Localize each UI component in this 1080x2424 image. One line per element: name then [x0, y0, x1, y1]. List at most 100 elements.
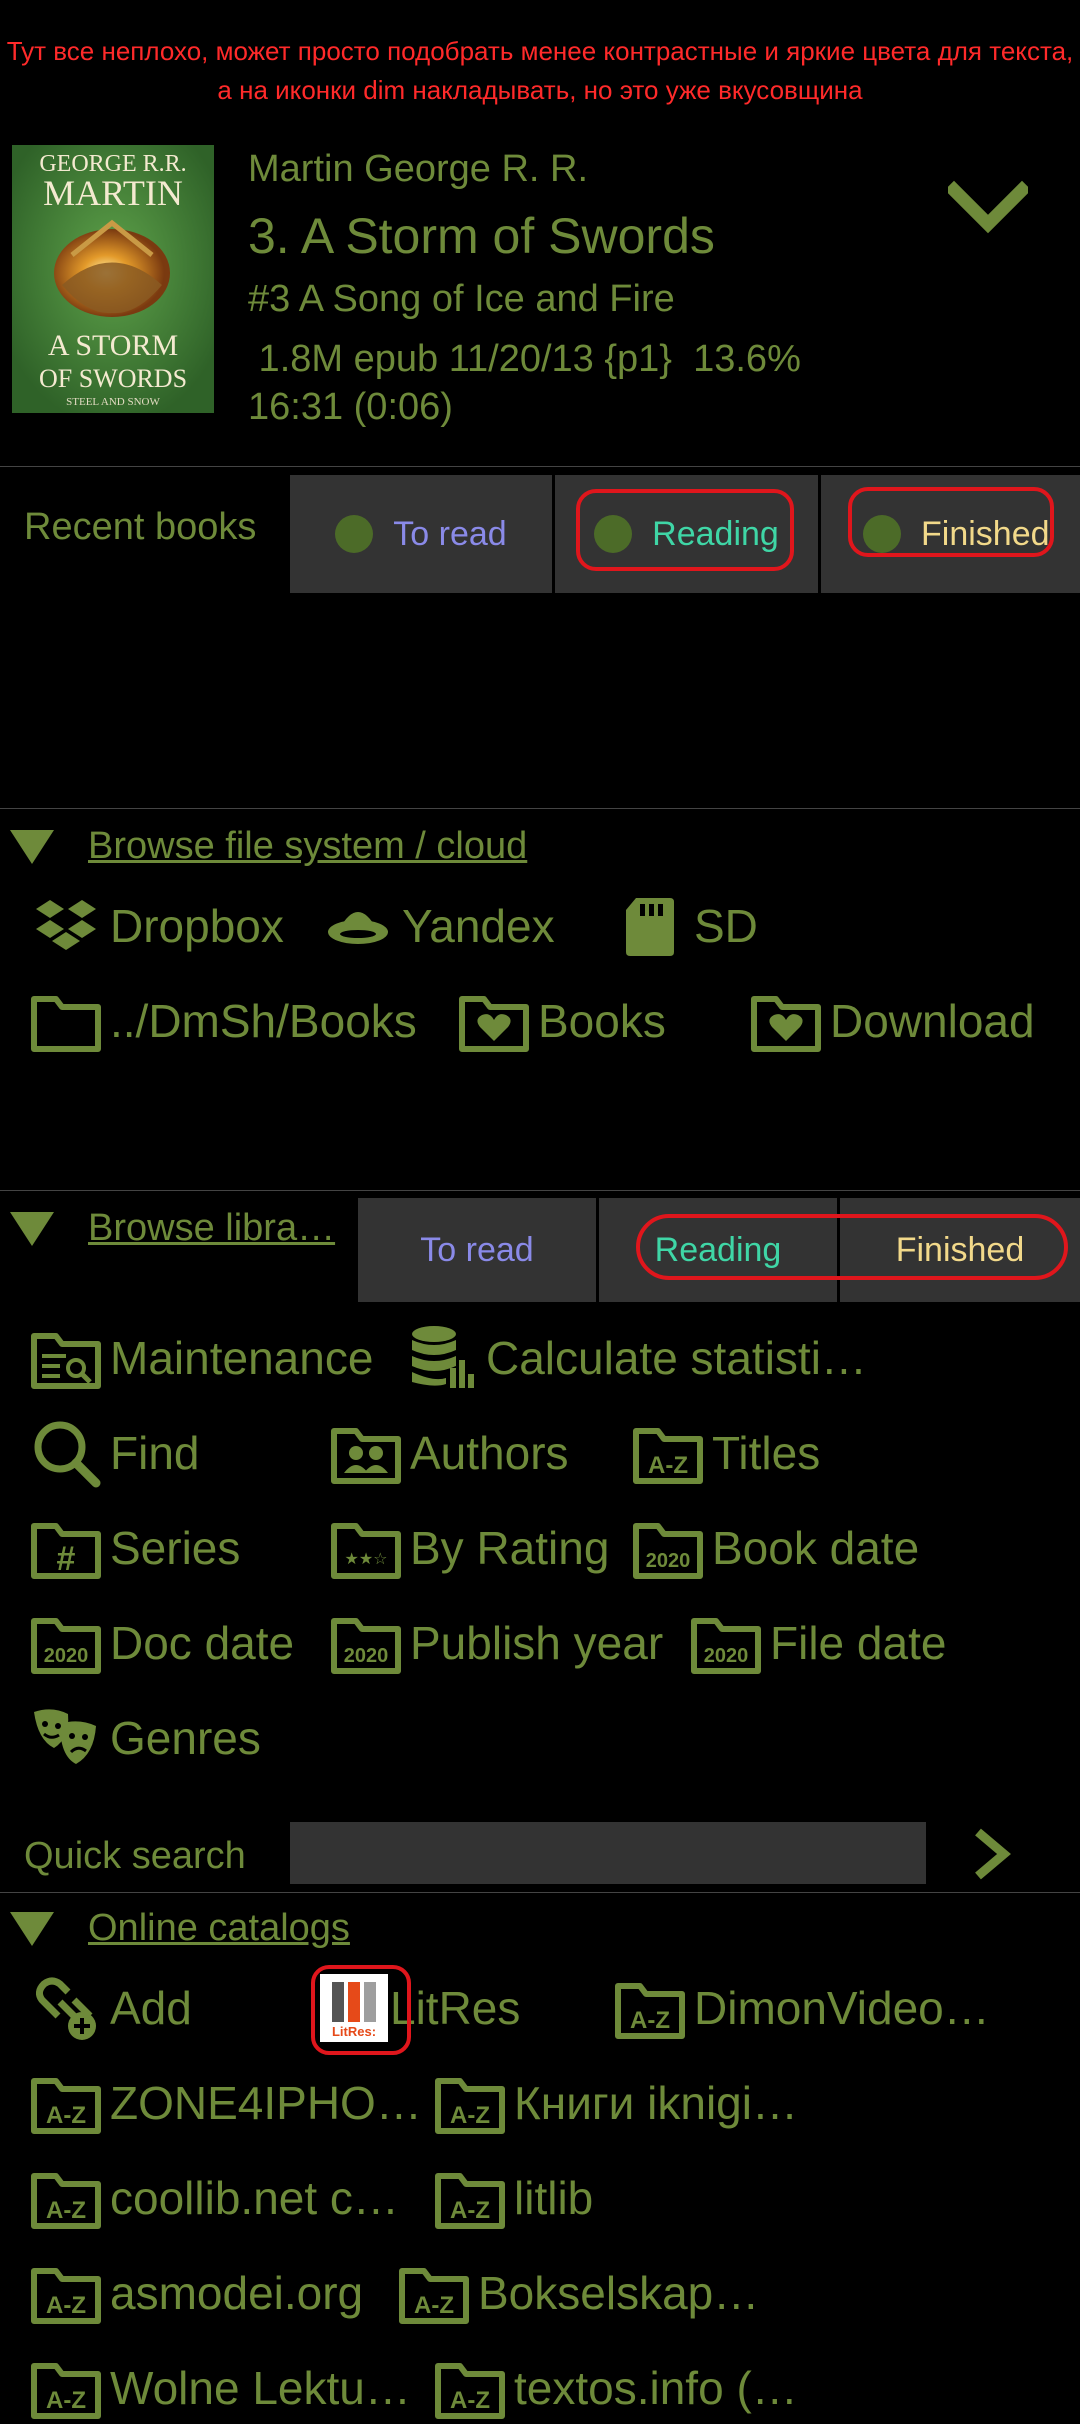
- lib-item-series[interactable]: # Series: [30, 1512, 240, 1584]
- fs-item-sd[interactable]: SD: [614, 890, 758, 962]
- theater-masks-icon: [30, 1702, 102, 1774]
- tab-label: To read: [393, 514, 507, 553]
- svg-text:A-Z: A-Z: [648, 1452, 688, 1479]
- item-label: Maintenance: [110, 1332, 374, 1384]
- item-label: Find: [110, 1427, 200, 1479]
- lib-item-maintenance[interactable]: Maintenance: [30, 1322, 373, 1394]
- favorite-folder-icon: [458, 985, 530, 1057]
- folder-icon: [30, 985, 102, 1057]
- date-folder-icon: 2020: [330, 1607, 402, 1679]
- maintenance-icon: [30, 1322, 102, 1394]
- hash-folder-icon: #: [30, 1512, 102, 1584]
- collapse-triangle-icon[interactable]: [10, 830, 54, 864]
- svg-text:#: #: [57, 1540, 76, 1578]
- lib-item-find[interactable]: Find: [30, 1417, 199, 1489]
- catalog-item-iknigi[interactable]: A-Z Книги iknigi…: [434, 2067, 798, 2139]
- highlight-ring: [311, 1965, 411, 2055]
- book-cover[interactable]: GEORGE R.R. MARTIN A STORM OF SWORDS STE…: [12, 145, 214, 413]
- book-cover-art: GEORGE R.R. MARTIN A STORM OF SWORDS STE…: [12, 145, 214, 413]
- catalog-item-dimonvideo[interactable]: A-Z DimonVideo…: [614, 1972, 990, 2044]
- svg-text:A-Z: A-Z: [46, 2197, 86, 2224]
- catalog-item-add[interactable]: Add: [30, 1972, 192, 2044]
- tab-label: To read: [420, 1230, 534, 1269]
- item-label: ZONE4IPHO…: [110, 2077, 422, 2129]
- catalog-item-litlib[interactable]: A-Z litlib: [434, 2162, 593, 2234]
- add-link-icon: [30, 1972, 102, 2044]
- fs-item-dropbox[interactable]: Dropbox: [30, 890, 284, 962]
- item-label: Authors: [410, 1427, 569, 1479]
- online-catalogs-title[interactable]: Online catalogs: [88, 1907, 350, 1950]
- highlight-ring: [848, 487, 1054, 557]
- item-label: File date: [770, 1617, 947, 1669]
- catalog-item-textos-info[interactable]: A-Z textos.info (…: [434, 2352, 798, 2424]
- item-label: Bokselskap…: [478, 2267, 760, 2319]
- book-author[interactable]: Martin George R. R.: [248, 148, 588, 191]
- divider: [0, 1190, 1080, 1191]
- item-label: Dropbox: [110, 900, 284, 952]
- svg-text:2020: 2020: [344, 1645, 389, 1667]
- catalog-item-coollib[interactable]: A-Z coollib.net c…: [30, 2162, 399, 2234]
- highlight-ring: [576, 489, 794, 571]
- item-label: Книги iknigi…: [514, 2077, 798, 2129]
- tab-library-to-read[interactable]: To read: [358, 1198, 596, 1302]
- catalog-item-bokselskap[interactable]: A-Z Bokselskap…: [398, 2257, 759, 2329]
- catalog-item-zone4iphone[interactable]: A-Z ZONE4IPHO…: [30, 2067, 422, 2139]
- stars-folder-icon: ★★☆: [330, 1512, 402, 1584]
- cover-title-1: A STORM: [48, 329, 178, 362]
- item-label: Add: [110, 1982, 192, 2034]
- svg-text:A-Z: A-Z: [630, 2007, 670, 2034]
- search-icon: [30, 1417, 102, 1489]
- lib-item-calculate-statistics[interactable]: Calculate statisti…: [406, 1322, 867, 1394]
- browse-fs-title[interactable]: Browse file system / cloud: [88, 825, 527, 868]
- lib-item-book-date[interactable]: 2020 Book date: [632, 1512, 919, 1584]
- date-folder-icon: 2020: [632, 1512, 704, 1584]
- fs-item-download[interactable]: Download: [750, 985, 1035, 1057]
- az-folder-icon: A-Z: [434, 2352, 506, 2424]
- item-label: Yandex: [402, 900, 555, 952]
- item-label: Titles: [712, 1427, 821, 1479]
- svg-text:2020: 2020: [646, 1550, 691, 1572]
- item-label: SD: [694, 900, 758, 952]
- item-label: Genres: [110, 1712, 261, 1764]
- item-label: By Rating: [410, 1522, 610, 1574]
- fs-item-yandex[interactable]: Yandex: [322, 890, 555, 962]
- tab-recent-to-read[interactable]: To read: [290, 475, 552, 593]
- svg-text:A-Z: A-Z: [46, 2387, 86, 2414]
- chevron-down-icon[interactable]: [944, 180, 1032, 240]
- lib-item-doc-date[interactable]: 2020 Doc date: [30, 1607, 294, 1679]
- lib-item-titles[interactable]: A-Z Titles: [632, 1417, 820, 1489]
- browse-library-title[interactable]: Browse libra…: [88, 1207, 335, 1250]
- az-folder-icon: A-Z: [30, 2067, 102, 2139]
- collapse-triangle-icon[interactable]: [10, 1912, 54, 1946]
- book-meta: 1.8M epub 11/20/13 {p1} 13.6%: [248, 338, 801, 380]
- svg-text:2020: 2020: [44, 1645, 89, 1667]
- fs-item-dmsh-books[interactable]: ../DmSh/Books: [30, 985, 417, 1057]
- fs-item-books[interactable]: Books: [458, 985, 666, 1057]
- date-folder-icon: 2020: [30, 1607, 102, 1679]
- az-folder-icon: A-Z: [30, 2257, 102, 2329]
- az-folder-icon: A-Z: [614, 1972, 686, 2044]
- az-folder-icon: A-Z: [398, 2257, 470, 2329]
- item-label: DimonVideo…: [694, 1982, 990, 2034]
- item-label: Doc date: [110, 1617, 295, 1669]
- catalog-item-wolne-lektury[interactable]: A-Z Wolne Lektu…: [30, 2352, 411, 2424]
- book-series[interactable]: #3 A Song of Ice and Fire: [248, 278, 675, 321]
- favorite-folder-icon: [750, 985, 822, 1057]
- collapse-triangle-icon[interactable]: [10, 1212, 54, 1246]
- quick-search-input[interactable]: [290, 1822, 926, 1884]
- book-title[interactable]: 3. A Storm of Swords: [248, 207, 715, 265]
- lib-item-by-rating[interactable]: ★★☆ By Rating: [330, 1512, 609, 1584]
- item-label: Wolne Lektu…: [110, 2362, 411, 2414]
- svg-text:A-Z: A-Z: [46, 2102, 86, 2129]
- divider: [0, 808, 1080, 809]
- lib-item-file-date[interactable]: 2020 File date: [690, 1607, 946, 1679]
- lib-item-publish-year[interactable]: 2020 Publish year: [330, 1607, 663, 1679]
- lib-item-authors[interactable]: Authors: [330, 1417, 569, 1489]
- svg-text:A-Z: A-Z: [414, 2292, 454, 2319]
- chevron-right-icon[interactable]: [966, 1824, 1016, 1884]
- az-folder-icon: A-Z: [30, 2162, 102, 2234]
- recent-books-label: Recent books: [24, 506, 257, 548]
- catalog-item-asmodei[interactable]: A-Z asmodei.org: [30, 2257, 363, 2329]
- lib-item-genres[interactable]: Genres: [30, 1702, 261, 1774]
- item-label: ../DmSh/Books: [110, 995, 417, 1047]
